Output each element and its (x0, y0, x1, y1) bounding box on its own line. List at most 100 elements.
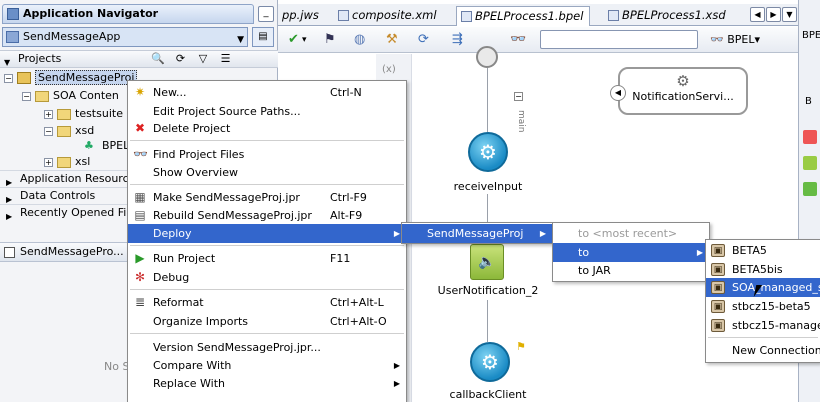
collapse-toggle-icon[interactable]: − (44, 126, 53, 136)
binoculars-icon: 👓 (710, 33, 724, 46)
menu-item-server[interactable]: ▣ BETA5bis (706, 260, 820, 279)
application-selector[interactable]: SendMessageApp ▼ (2, 27, 248, 47)
tree-node-project[interactable]: − SendMessageProj (4, 69, 138, 87)
menu-item-delete-project[interactable]: ✖ Delete Project (128, 119, 406, 138)
notification-service-partner[interactable]: ◀ ⚙ NotificationServi... (610, 67, 748, 115)
zoom-icon[interactable]: 🔍 (150, 51, 166, 66)
tree-node-xsl[interactable]: + xsl (44, 153, 90, 171)
filter-icon[interactable]: ▽ (195, 51, 211, 66)
testsuite-label: testsuite (75, 107, 123, 120)
server-connection-icon: ▣ (711, 281, 725, 294)
menu-item-rebuild[interactable]: ▤ Rebuild SendMessageProj.jpr Alt-F9 (128, 206, 406, 225)
gear-icon: ⚙ (676, 72, 690, 90)
tab-bpel[interactable]: BPELProcess1.bpel (456, 6, 591, 26)
menu-item-new[interactable]: ✷ New... Ctrl-N (128, 83, 406, 102)
menu-separator (130, 333, 404, 334)
globe-icon[interactable]: ◍ (354, 32, 365, 48)
menu-item-debug[interactable]: ✻ Debug (128, 268, 406, 287)
menu-item-replace-with[interactable]: Replace With ▶ (128, 374, 406, 393)
tab-xsd[interactable]: BPELProcess1.xsd (604, 6, 732, 26)
debug-icon: ✻ (134, 270, 146, 284)
xsd-icon (608, 10, 619, 21)
structure-title: SendMessagePro... (20, 245, 124, 258)
menu-item-server[interactable]: ▣ stbcz15-manage (706, 316, 820, 335)
make-icon: ▦ (134, 190, 146, 204)
tree-node-bpel[interactable]: ♣ BPEL (84, 137, 129, 155)
callback-activity-icon[interactable]: ⚙ (470, 342, 510, 382)
tab-scroll-left-icon[interactable]: ◀ (750, 7, 765, 22)
composite-icon (338, 10, 349, 21)
refresh-icon[interactable]: ⟳ (173, 51, 189, 66)
menu-item-organize-imports[interactable]: Organize Imports Ctrl+Alt-O (128, 312, 406, 331)
editor-toolbar: ✔ ▾ ⚑ ◍ ⚒ ⟳ ⇶ 👓 👓 BPEL▾ (278, 27, 820, 53)
rebuild-icon: ▤ (134, 208, 146, 222)
menu-item-version[interactable]: Version SendMessageProj.jpr... (128, 338, 406, 357)
menu-item-reformat[interactable]: ≣ Reformat Ctrl+Alt-L (128, 293, 406, 312)
bpel-view-button[interactable]: 👓 BPEL▾ (710, 33, 760, 46)
expand-toggle-icon[interactable]: + (44, 157, 53, 167)
search-input[interactable] (540, 30, 698, 49)
tab-composite[interactable]: composite.xml (334, 6, 443, 26)
expand-toggle-icon[interactable]: + (44, 109, 53, 119)
user-notification-icon[interactable]: 🔈 (470, 244, 504, 280)
collapse-main-icon[interactable]: − (514, 92, 523, 101)
menu-item-server[interactable]: ▣ BETA5 (706, 241, 820, 260)
tree-node-soa-content[interactable]: − SOA Conten (22, 87, 119, 105)
receive-activity-icon[interactable]: ⚙ (468, 132, 508, 172)
xsl-label: xsl (75, 155, 91, 168)
project-context-menu: ✷ New... Ctrl-N Edit Project Source Path… (127, 80, 407, 402)
folder-icon (57, 108, 71, 120)
menu-item-show-overview[interactable]: Show Overview (128, 163, 406, 182)
folder-icon (57, 156, 71, 168)
minimize-button[interactable]: _ (258, 6, 274, 22)
layout-icon[interactable]: ⇶ (452, 32, 463, 48)
menu-item-server-selected[interactable]: ▣ SOA_managed_s (706, 278, 820, 297)
tab-jws[interactable]: pp.jws (278, 6, 325, 26)
notification-service-label: NotificationServi... (632, 90, 734, 103)
menu-item-deploy[interactable]: Deploy ▶ (128, 224, 406, 243)
submenu-arrow-icon: ▶ (539, 229, 546, 238)
navigator-icon (7, 8, 19, 20)
tab-scroll-right-icon[interactable]: ▶ (766, 7, 781, 22)
menu-item-to[interactable]: to ▶ (553, 243, 709, 262)
process-start-node[interactable] (476, 46, 498, 68)
folder-icon (35, 90, 49, 102)
view-options-icon[interactable]: ☰ (218, 51, 234, 66)
navigator-title-tab[interactable]: Application Navigator (2, 4, 254, 24)
flow-connector (487, 300, 488, 342)
tree-node-testsuite[interactable]: + testsuite (44, 105, 123, 123)
right-pane-label: B (805, 96, 812, 107)
palette-item-icon[interactable] (803, 156, 817, 170)
deploy-target-submenu: to <most recent> to ▶ to JAR (552, 222, 710, 282)
menu-separator (708, 337, 818, 338)
bpel-process-icon: ♣ (84, 139, 94, 152)
right-pane-label: BPE (802, 30, 820, 41)
menu-item-deploy-profile[interactable]: SendMessageProj ▶ (402, 224, 552, 243)
tab-list-icon[interactable]: ▼ (782, 7, 797, 22)
palette-item-icon[interactable] (803, 182, 817, 196)
collapse-scope-icon[interactable]: (x) (382, 64, 396, 75)
bpel-label: BPEL (727, 33, 755, 46)
reformat-icon: ≣ (134, 295, 146, 309)
application-menu-button[interactable]: ▤ (252, 27, 274, 47)
menu-item-compare-with[interactable]: Compare With ▶ (128, 356, 406, 375)
palette-item-icon[interactable] (803, 130, 817, 144)
bookmark-icon[interactable]: ⚑ (324, 32, 336, 48)
collapse-toggle-icon[interactable]: − (22, 91, 31, 101)
menu-separator (130, 184, 404, 185)
bpel-label: BPEL (102, 139, 130, 152)
binoculars-icon: 👓 (133, 147, 148, 161)
binoculars-icon[interactable]: 👓 (510, 32, 526, 48)
menu-item-server[interactable]: ▣ stbcz15-beta5 (706, 297, 820, 316)
collapse-toggle-icon[interactable]: − (4, 73, 13, 83)
chevron-down-icon[interactable]: ▾ (302, 32, 307, 48)
validate-icon[interactable]: ✔ (288, 32, 299, 48)
navigator-title: Application Navigator (23, 7, 159, 20)
menu-item-find-project-files[interactable]: 👓 Find Project Files (128, 145, 406, 164)
menu-item-run-project[interactable]: ▶ Run Project F11 (128, 249, 406, 268)
menu-item-to-jar[interactable]: to JAR (553, 261, 709, 280)
refresh-icon[interactable]: ⟳ (418, 32, 429, 48)
menu-item-make[interactable]: ▦ Make SendMessageProj.jpr Ctrl-F9 (128, 188, 406, 207)
build-icon[interactable]: ⚒ (386, 32, 398, 48)
menu-item-new-connection[interactable]: New Connection... (706, 341, 820, 360)
